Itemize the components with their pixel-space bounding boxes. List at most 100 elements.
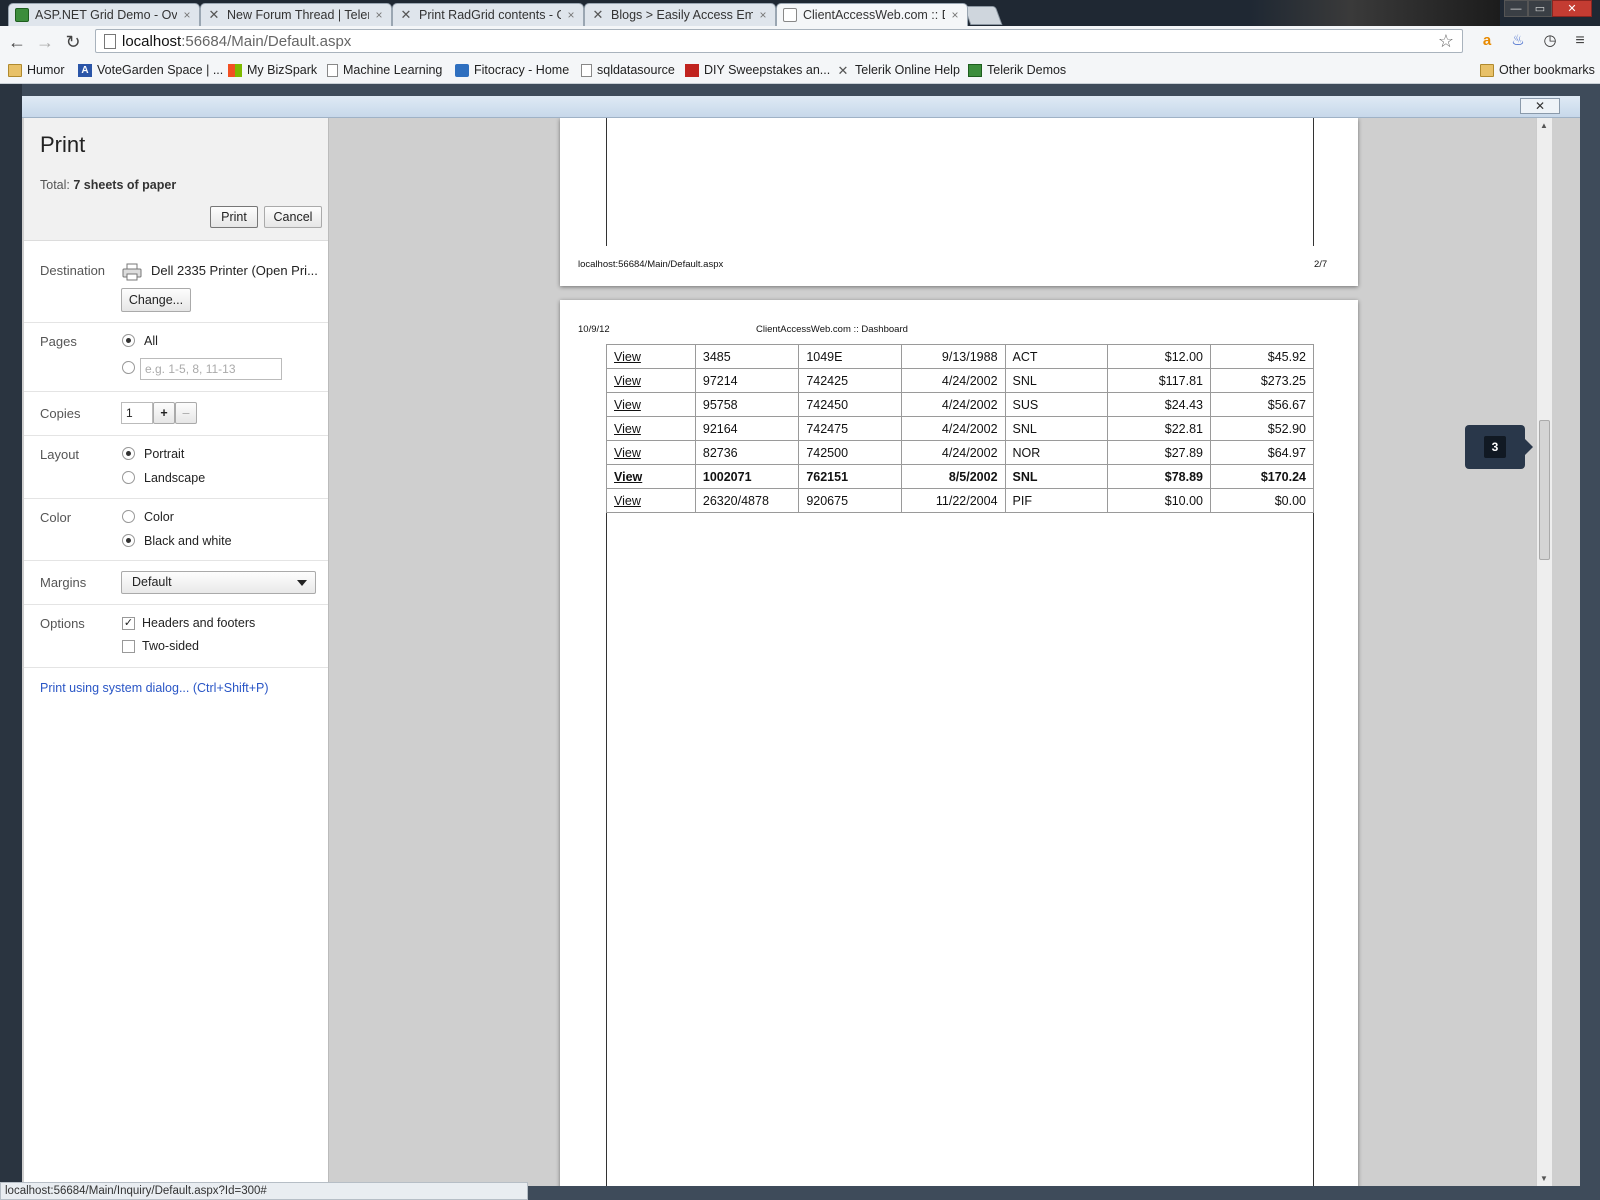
print-title: Print bbox=[40, 132, 86, 157]
black-and-white-radio[interactable] bbox=[122, 534, 135, 547]
flame-extension-icon[interactable]: ♨ bbox=[1508, 31, 1528, 51]
view-link[interactable]: View bbox=[606, 392, 696, 417]
system-dialog-link[interactable]: Print using system dialog... (Ctrl+Shift… bbox=[40, 681, 269, 695]
view-link[interactable]: View bbox=[606, 440, 696, 465]
bookmark-bizspark[interactable]: My BizSpark bbox=[228, 61, 317, 79]
portrait-label: Portrait bbox=[144, 447, 185, 461]
balance-cell: $0.00 bbox=[1209, 488, 1315, 513]
bookmark-telerik-demos[interactable]: Telerik Demos bbox=[968, 61, 1066, 79]
tab-blogs[interactable]: ✕ Blogs > Easily Access Emb × bbox=[584, 3, 776, 26]
layout-section: Layout Portrait Landscape bbox=[24, 436, 328, 499]
copies-input[interactable] bbox=[121, 402, 153, 424]
reload-icon[interactable]: ↻ bbox=[62, 31, 84, 53]
pages-range-input[interactable] bbox=[140, 358, 282, 380]
bookmark-label: sqldatasource bbox=[597, 63, 675, 77]
view-link[interactable]: View bbox=[614, 446, 641, 460]
view-link[interactable]: View bbox=[614, 470, 642, 484]
forward-arrow-icon[interactable]: → bbox=[34, 31, 56, 53]
date-cell: 9/13/1988 bbox=[901, 344, 1006, 369]
other-bookmarks[interactable]: Other bookmarks bbox=[1480, 61, 1595, 79]
bookmark-fitocracy[interactable]: Fitocracy - Home bbox=[455, 61, 569, 79]
portrait-radio[interactable] bbox=[122, 447, 135, 460]
preview-scrollbar[interactable]: ▲ ▼ bbox=[1536, 118, 1552, 1186]
view-link[interactable]: View bbox=[614, 374, 641, 388]
view-link[interactable]: View bbox=[606, 416, 696, 441]
cancel-button[interactable]: Cancel bbox=[264, 206, 322, 228]
amazon-extension-icon[interactable]: a bbox=[1477, 31, 1497, 51]
scroll-up-arrow-icon[interactable]: ▲ bbox=[1540, 121, 1548, 130]
maximize-button[interactable]: ▭ bbox=[1528, 0, 1552, 17]
margins-select[interactable]: Default bbox=[121, 571, 316, 594]
status-code-cell: SNL bbox=[1004, 368, 1109, 393]
bookmark-sqldatasource[interactable]: sqldatasource bbox=[581, 61, 675, 79]
close-icon[interactable]: × bbox=[565, 8, 577, 22]
folder-icon bbox=[1480, 63, 1494, 77]
status-code-cell: SNL bbox=[1004, 416, 1109, 441]
scroll-down-arrow-icon[interactable]: ▼ bbox=[1540, 1174, 1548, 1183]
page-indicator-bubble: 3 bbox=[1465, 425, 1533, 469]
color-option-label: Color bbox=[144, 510, 174, 524]
clock-extension-icon[interactable]: ◷ bbox=[1540, 31, 1560, 51]
color-label: Color bbox=[40, 510, 72, 525]
id-cell: 742500 bbox=[798, 440, 903, 465]
landscape-radio[interactable] bbox=[122, 471, 135, 484]
tab-print-radgrid[interactable]: ✕ Print RadGrid contents - Gr × bbox=[392, 3, 584, 26]
address-bar[interactable]: localhost:56684/Main/Default.aspx ☆ bbox=[95, 29, 1463, 53]
page-footer-url: localhost:56684/Main/Default.aspx bbox=[578, 259, 724, 270]
date-cell: 4/24/2002 bbox=[901, 416, 1006, 441]
back-arrow-icon[interactable]: ← bbox=[6, 31, 28, 53]
overlay-close-button[interactable]: ✕ bbox=[1520, 98, 1560, 114]
close-window-button[interactable]: ✕ bbox=[1552, 0, 1592, 17]
bookmarks-bar: Humor A VoteGarden Space | ... My BizSpar… bbox=[0, 57, 1600, 84]
view-link[interactable]: View bbox=[606, 464, 696, 489]
print-button[interactable]: Print bbox=[210, 206, 258, 228]
account-cell: 82736 bbox=[694, 440, 800, 465]
copies-decrement-button[interactable]: – bbox=[175, 402, 197, 424]
change-destination-button[interactable]: Change... bbox=[121, 288, 191, 312]
copies-increment-button[interactable]: + bbox=[153, 402, 175, 424]
copies-label: Copies bbox=[40, 406, 81, 421]
id-cell: 762151 bbox=[798, 464, 903, 489]
menu-icon[interactable]: ≡ bbox=[1570, 31, 1590, 51]
new-tab-button[interactable] bbox=[963, 6, 1003, 25]
telerik-demos-icon bbox=[968, 63, 982, 77]
preview-page-3: 10/9/12 ClientAccessWeb.com :: Dashboard… bbox=[560, 300, 1358, 1186]
close-icon[interactable]: × bbox=[181, 8, 193, 22]
minimize-button[interactable]: — bbox=[1504, 0, 1528, 17]
close-icon[interactable]: × bbox=[757, 8, 769, 22]
tab-asp-net-grid-demo[interactable]: ASP.NET Grid Demo - Over × bbox=[8, 3, 200, 26]
bookmark-humor[interactable]: Humor bbox=[8, 61, 65, 79]
bookmark-label: VoteGarden Space | ... bbox=[97, 63, 224, 77]
view-link[interactable]: View bbox=[606, 344, 696, 369]
pages-label: Pages bbox=[40, 334, 77, 349]
options-label: Options bbox=[40, 616, 85, 631]
headers-footers-checkbox[interactable]: ✓ bbox=[122, 617, 135, 630]
tab-new-forum-thread[interactable]: ✕ New Forum Thread | Teler × bbox=[200, 3, 392, 26]
bookmark-telerik-help[interactable]: ✕ Telerik Online Help bbox=[836, 61, 960, 79]
two-sided-checkbox[interactable] bbox=[122, 640, 135, 653]
id-cell: 920675 bbox=[798, 488, 903, 513]
view-link[interactable]: View bbox=[614, 398, 641, 412]
tab-client-access-web[interactable]: ClientAccessWeb.com :: Da × bbox=[776, 3, 968, 26]
amount-cell: $27.89 bbox=[1107, 440, 1211, 465]
close-icon[interactable]: × bbox=[949, 8, 961, 22]
scrollbar-thumb[interactable] bbox=[1539, 420, 1550, 560]
view-link[interactable]: View bbox=[606, 488, 696, 513]
bookmark-votegarden[interactable]: A VoteGarden Space | ... bbox=[78, 61, 223, 79]
view-link[interactable]: View bbox=[614, 350, 641, 364]
bookmark-machine-learning[interactable]: Machine Learning bbox=[327, 61, 442, 79]
pages-all-radio[interactable] bbox=[122, 334, 135, 347]
bookmark-label: DIY Sweepstakes an... bbox=[704, 63, 831, 77]
bookmark-star-icon[interactable]: ☆ bbox=[1438, 31, 1454, 52]
margins-label: Margins bbox=[40, 575, 87, 590]
table-row: View 26320/4878 920675 11/22/2004 PIF $10.00 $… bbox=[606, 488, 1315, 513]
view-link[interactable]: View bbox=[606, 368, 696, 393]
pages-all-label: All bbox=[144, 334, 158, 348]
close-icon[interactable]: × bbox=[373, 8, 385, 22]
bookmark-diy-sweepstakes[interactable]: DIY Sweepstakes an... bbox=[685, 61, 830, 79]
color-radio[interactable] bbox=[122, 510, 135, 523]
pages-custom-radio[interactable] bbox=[122, 361, 135, 374]
view-link[interactable]: View bbox=[614, 494, 641, 508]
amount-cell: $117.81 bbox=[1107, 368, 1211, 393]
view-link[interactable]: View bbox=[614, 422, 641, 436]
